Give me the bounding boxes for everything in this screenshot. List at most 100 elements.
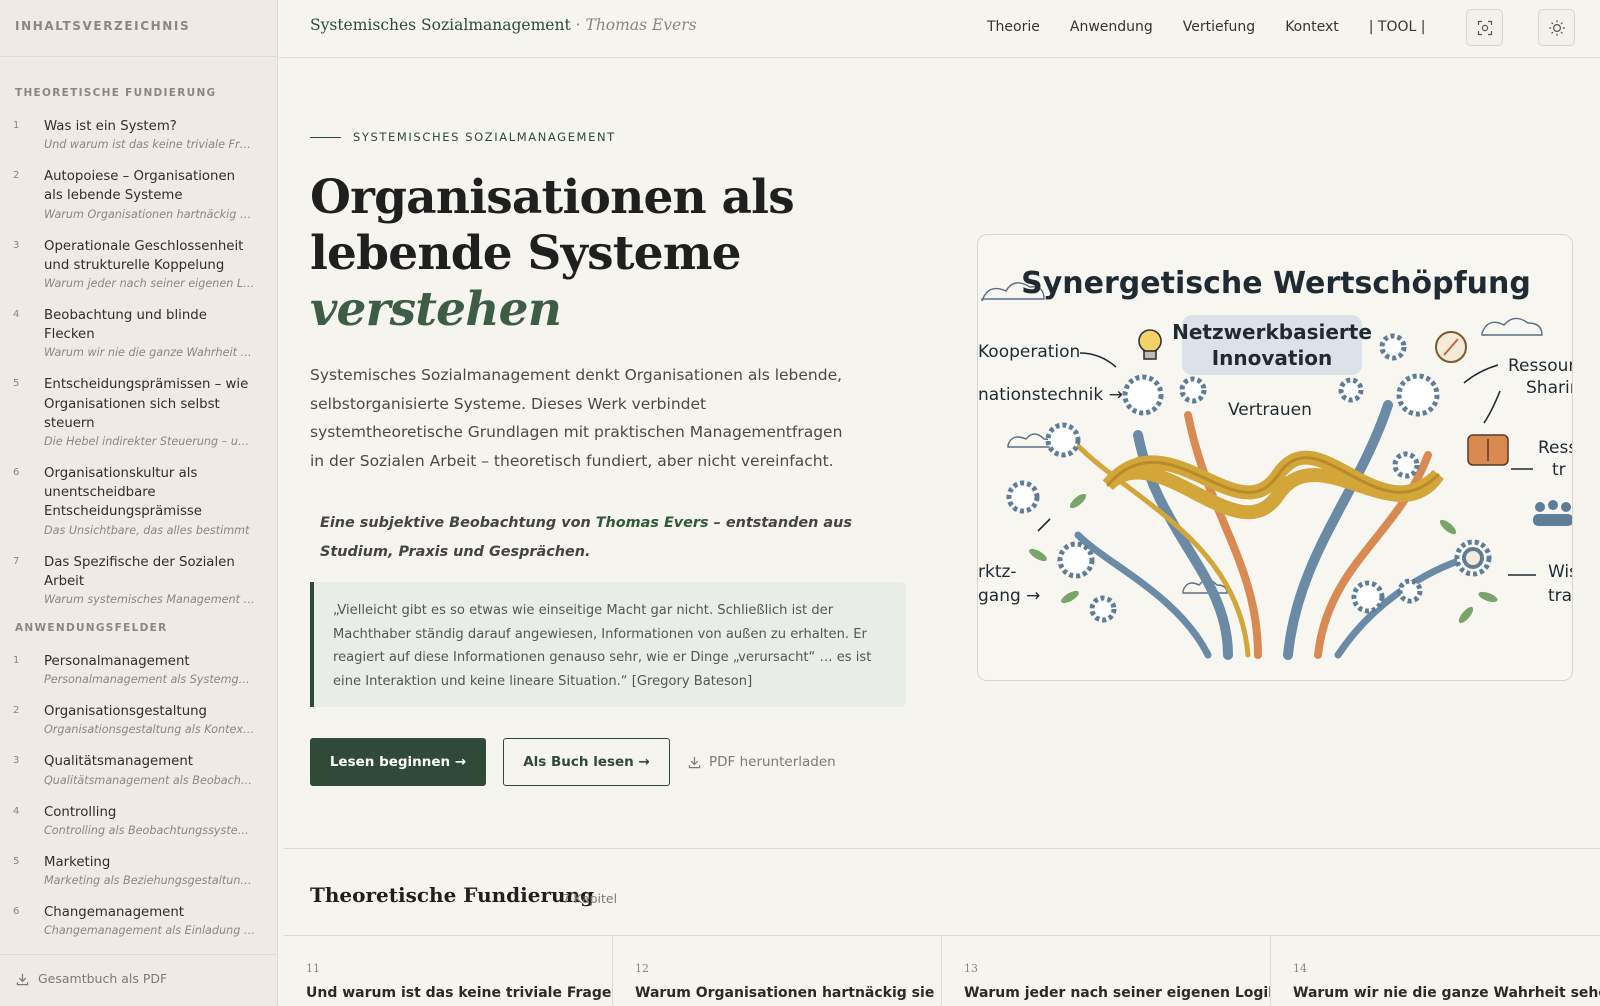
section-title: Theoretische Fundierung [310, 883, 595, 907]
sidebar-chapter-item[interactable]: 5 Marketing Marketing als Beziehungsgestal… [0, 853, 277, 889]
sidebar-chapter-title: Organisationskultur als unentscheidbare … [44, 466, 202, 520]
gear-icon [1122, 374, 1164, 416]
bateson-quote: „Vielleicht gibt es so etwas wie einseit… [310, 582, 906, 707]
sidebar-chapter-text: Marketing Marketing als Beziehungsgestalt… [44, 853, 256, 889]
sidebar-section-theory: 1 Was ist ein System? Und warum ist das ke… [0, 117, 277, 608]
sidebar-chapter-number: 7 [13, 555, 20, 567]
sidebar-chapter-item[interactable]: 3 Operationale Geschlossenheit und strukt… [0, 237, 277, 292]
arrow-icon [1483, 390, 1501, 424]
sidebar-chapter-subtitle: Warum Organisationen hartnäckig sie selb… [44, 207, 256, 221]
chapter-card-title: Warum Organisationen hartnäckig sie [635, 985, 935, 1001]
gear-icon [1397, 578, 1423, 604]
download-pdf-link[interactable]: PDF herunterladen [688, 754, 836, 770]
theme-toggle-button[interactable] [1538, 9, 1575, 46]
label-vertrauen: Vertrauen [1228, 400, 1312, 420]
center-label-line-1: Netzwerkbasierte [1172, 320, 1372, 344]
sidebar-chapter-number: 2 [13, 705, 20, 717]
chapter-card[interactable]: 14 Warum wir nie die ganze Wahrheit sehe… [1271, 936, 1600, 1006]
sidebar-chapter-title: Marketing [44, 854, 111, 870]
section-chapter-count: 7 Kapitel [562, 891, 618, 906]
sidebar-chapter-subtitle: Personalmanagement als Systemgestaltung [44, 673, 256, 687]
byline-prefix: Eine subjektive Beobachtung von [320, 515, 596, 531]
sidebar-chapter-title: Beobachtung und blinde Flecken [44, 308, 207, 343]
eyebrow-label: SYSTEMISCHES SOZIALMANAGEMENT [353, 130, 616, 144]
gear-icon [1057, 541, 1095, 579]
sidebar-chapter-text: Beobachtung und blinde Flecken Warum wir … [44, 306, 256, 361]
leaf-icon [1478, 591, 1498, 603]
read-as-book-button[interactable]: Als Buch lesen → [503, 738, 670, 786]
nav-link-theorie[interactable]: Theorie [987, 19, 1040, 35]
sidebar-chapter-item[interactable]: 6 Organisationskultur als unentscheidbare… [0, 464, 277, 539]
sidebar-chapter-subtitle: Changemanagement als Einladung — nicht a… [44, 924, 256, 938]
download-icon [16, 973, 29, 986]
book-icon [1467, 434, 1509, 466]
leaf-icon [1439, 519, 1457, 535]
sidebar-chapter-title: Was ist ein System? [44, 119, 177, 134]
leaf-icon [1458, 606, 1474, 624]
sidebar-chapter-subtitle: Die Hebel indirekter Steuerung – und ihr… [44, 435, 256, 449]
brand-separator: · [575, 16, 581, 34]
sidebar-chapter-item[interactable]: 4 Beobachtung und blinde Flecken Warum wir… [0, 306, 277, 361]
chapter-card[interactable]: 11 Und warum ist das keine triviale Frag… [284, 936, 613, 1006]
sidebar-chapter-item[interactable]: 6 Changemanagement Changemanagement als Ei… [0, 903, 277, 939]
sidebar-chapter-number: 4 [13, 805, 20, 817]
sidebar-chapter-title: Qualitätsmanagement [44, 754, 194, 770]
sidebar-chapter-item[interactable]: 5 Entscheidungsprämissen – wie Organisati… [0, 375, 277, 450]
sidebar-chapter-item[interactable]: 2 Autopoiese – Organisationen als lebende… [0, 167, 277, 222]
sidebar-chapter-text: Changemanagement Changemanagement als Ein… [44, 903, 256, 939]
sidebar-chapter-subtitle: Das Unsichtbare, das alles bestimmt [44, 523, 250, 537]
leaf-icon [1069, 493, 1087, 509]
top-navigation-bar: Systemisches Sozialmanagement · Thomas E… [279, 0, 1600, 58]
sidebar-chapter-title: Das Spezifische der Sozialen Arbeit [44, 554, 235, 589]
sidebar-chapter-item[interactable]: 3 Qualitätsmanagement Qualitätsmanagement … [0, 752, 277, 788]
nav-link-tool[interactable]: | TOOL | [1369, 19, 1426, 35]
tree-branches [1065, 400, 1482, 660]
focus-mode-button[interactable] [1466, 9, 1503, 46]
site-brand[interactable]: Systemisches Sozialmanagement · Thomas E… [310, 16, 697, 34]
download-full-book-pdf-link[interactable]: Gesamtbuch als PDF [0, 954, 277, 1006]
gear-icon [1338, 377, 1364, 403]
sidebar-chapter-number: 3 [13, 239, 20, 251]
sidebar-chapter-item[interactable]: 4 Controlling Controlling als Beobachtungs… [0, 803, 277, 839]
chapter-card[interactable]: 12 Warum Organisationen hartnäckig sie [613, 936, 942, 1006]
sidebar-chapter-item[interactable]: 1 Personalmanagement Personalmanagement al… [0, 652, 277, 688]
label-ressourcen: Ressour [1508, 356, 1573, 376]
sidebar-chapter-text: Personalmanagement Personalmanagement als… [44, 652, 256, 688]
sidebar-chapter-title: Entscheidungsprämissen – wie Organisatio… [44, 377, 249, 431]
gear-icon [1179, 376, 1207, 404]
chapter-card-number: 13 [964, 962, 978, 975]
sidebar-chapter-item[interactable]: 7 Das Spezifische der Sozialen Arbeit Waru… [0, 553, 277, 608]
nav-link-anwendung[interactable]: Anwendung [1070, 19, 1153, 35]
sidebar-chapter-title: Personalmanagement [44, 654, 190, 670]
gear-icon [1392, 451, 1420, 479]
sidebar-chapter-item[interactable]: 2 Organisationsgestaltung Organisationsges… [0, 702, 277, 738]
label-kooperation: Kooperation [978, 342, 1080, 362]
sidebar-chapter-number: 2 [13, 170, 20, 182]
sidebar-chapter-number: 5 [13, 855, 20, 867]
table-of-contents-sidebar: INHALTSVERZEICHNIS THEORETISCHE FUNDIERU… [0, 0, 278, 1006]
chapter-card-title: Und warum ist das keine triviale Frage? [306, 985, 613, 1001]
hero-title-accent: verstehen [310, 282, 562, 337]
gear-icon [1045, 422, 1081, 458]
nav-link-vertiefung[interactable]: Vertiefung [1183, 19, 1255, 35]
illustration-title: Synergetische Wertschöpfung [1021, 266, 1531, 301]
hero-lead-paragraph: Systemisches Sozialmanagement denkt Orga… [310, 366, 843, 470]
sidebar-chapter-title: Controlling [44, 804, 117, 820]
gear-icon [1396, 373, 1440, 417]
sidebar-chapter-text: Das Spezifische der Sozialen Arbeit Warum… [44, 553, 256, 608]
nav-link-kontext[interactable]: Kontext [1285, 19, 1339, 35]
gear-icon [1351, 580, 1385, 614]
sidebar-chapter-text: Qualitätsmanagement Qualitätsmanagement a… [44, 752, 256, 788]
chapter-card[interactable]: 13 Warum jeder nach seiner eigenen Logik [942, 936, 1271, 1006]
main-nav: Theorie Anwendung Vertiefung Kontext | T… [987, 19, 1426, 35]
label-transfer: tra [1548, 586, 1572, 606]
section-divider [284, 848, 1600, 849]
sidebar-chapter-item[interactable]: 1 Was ist ein System? Und warum ist das ke… [0, 117, 277, 153]
label-marktzugang: rktz- [978, 562, 1017, 582]
start-reading-button[interactable]: Lesen beginnen → [310, 738, 486, 786]
sidebar-chapter-text: Autopoiese – Organisationen als lebende … [44, 167, 256, 222]
sidebar-chapter-text: Entscheidungsprämissen – wie Organisatio… [44, 375, 256, 450]
focus-icon [1477, 20, 1492, 35]
chapter-card-title: Warum wir nie die ganze Wahrheit sehen – [1293, 985, 1600, 1001]
chapter-card-number: 11 [306, 962, 320, 975]
